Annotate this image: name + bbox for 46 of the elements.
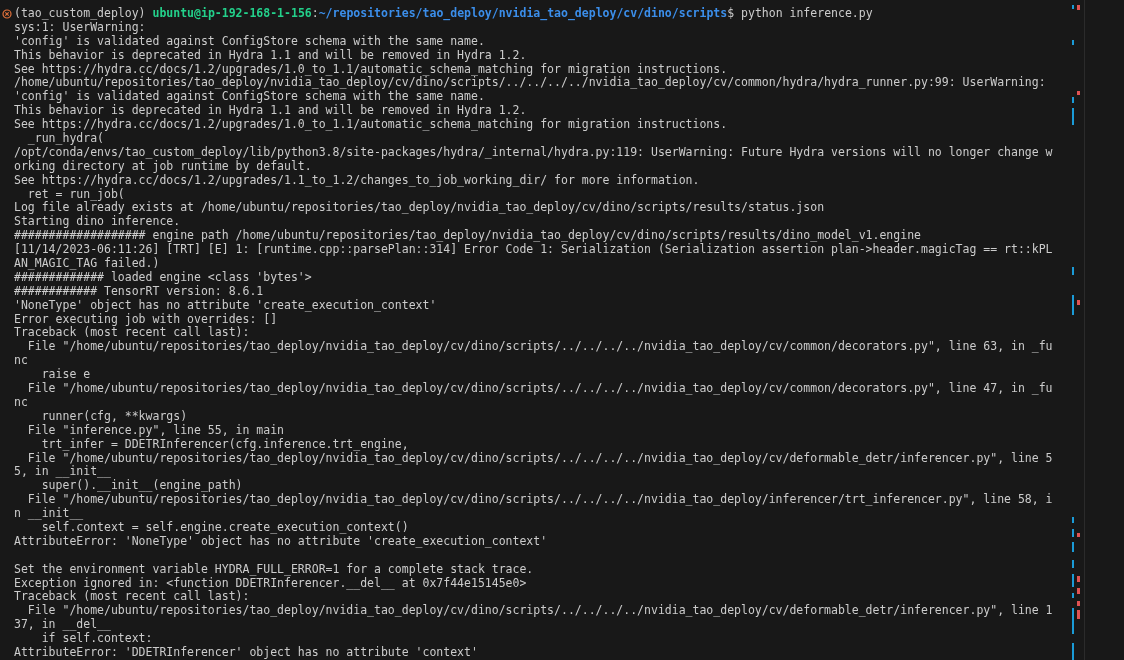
output-line: AttributeError: 'DDETRInferencer' object has no attribute 'context' [14,645,478,660]
output-line: Error executing job with overrides: [] [14,312,278,327]
output-line: ############# loaded engine <class 'bytes'> [14,270,312,285]
output-line: File "/home/ubuntu/repositories/tao_deploy/nvidia_tao_deploy/cv/dino/scripts/../../../../nvidia_tao_deploy/cv/common/decorators.py", line 63, in _fu [26,340,1053,355]
output-line: super().__init__(engine_path) [41,479,243,494]
output-line: This behavior is deprecated in Hydra 1.1 and will be removed in Hydra 1.2. [14,104,527,118]
output-line: _run_hydra( [26,132,104,146]
output-line: AN_MAGIC_TAG failed.) [14,257,160,271]
output-line: nc [14,354,28,369]
output-line: ################### engine path /home/ubuntu/repositories/tao_deploy/nvidia_tao_deploy/cv/dino/scripts/results/dino_model_v1.engine [14,229,921,243]
output-line: n __init__ [14,507,84,521]
output-line: File "/home/ubuntu/repositories/tao_deploy/nvidia_tao_deploy/cv/dino/scripts/../../../../nvidia_tao_deploy/cv/deformable_detr/inferencer.py", line 1 [26,604,1053,619]
output-line: File "/home/ubuntu/repositories/tao_deploy/nvidia_tao_deploy/cv/dino/scripts/../../../../nvidia_tao_deploy/inferencer/trt_inferencer.py", line 58, i [26,493,1053,507]
output-line: /opt/conda/envs/tao_custom_deploy/lib/python3.8/site-packages/hydra/_internal/hydra.py:119: UserWarning: Future Hydra versions will no longer change w [14,145,1053,160]
output-line: Set the environment variable HYDRA_FULL_ERROR=1 for a complete stack trace. [14,562,534,577]
output-line: Exception ignored in: <function DDETRInferencer.__del__ at 0x7f44e15145e0> [14,576,527,591]
output-line: nc [14,395,28,410]
output-line: AttributeError: 'NoneType' object has no attribute 'create_execution_context' [14,534,548,549]
output-line: 5, in __init__ [14,465,111,480]
output-line: ############ TensorRT version: 8.6.1 [14,284,264,299]
output-line: 37, in __del__ [14,618,111,632]
output-line: 'NoneType' object has no attribute 'create_execution_context' [14,298,437,313]
output-line: Starting dino inference. [14,215,181,229]
output-line: File "/home/ubuntu/repositories/tao_deploy/nvidia_tao_deploy/cv/dino/scripts/../../../../nvidia_tao_deploy/cv/common/decorators.py", line 47, in _fu [26,382,1053,396]
output-line: ret = run_job( [26,187,125,202]
output-line: runner(cfg, **kwargs) [40,409,188,424]
output-line: 'config' is validated against ConfigStore schema with the same name. [14,34,485,49]
output-line: Traceback (most recent call last): [14,590,250,604]
output-line: Log file already exists at /home/ubuntu/repositories/tao_deploy/nvidia_tao_deploy/cv/dino/scripts/results/status.json [14,201,825,215]
output-line: self.context = self.engine.create_execution_context() [41,520,409,535]
output-line: sys:1: UserWarning: [14,20,146,35]
output-line: File "inference.py", line 55, in main [26,423,285,438]
output-line: See https://hydra.cc/docs/1.2/upgrades/1.0_to_1.1/automatic_schema_matching for migration instructions. [14,118,728,132]
prompt-line: (tao_custom_deploy) ubuntu@ip-192-168-1-156:~/repositories/tao_deploy/nvidia_tao_deploy/cv/dino/scripts$ python inference.py [14,7,873,21]
output-line: [11/14/2023-06:11:26] [TRT] [E] 1: [runtime.cpp::parsePlan::314] Error Code 1: Serialization (Serialization assertion plan->header.magicTag == rt::kPL [14,243,1053,257]
output-line: trt_infer = DDETRInferencer(cfg.inference.trt_engine, [40,437,409,452]
output-line: orking directory at job runtime by default. [14,159,312,174]
output-line: See https://hydra.cc/docs/1.2/upgrades/1.0_to_1.1/automatic_schema_matching for migration instructions. [14,62,728,77]
output-line: File "/home/ubuntu/repositories/tao_deploy/nvidia_tao_deploy/cv/dino/scripts/../../../../nvidia_tao_deploy/cv/deformable_detr/inferencer.py", line 5 [26,451,1053,466]
output-line: This behavior is deprecated in Hydra 1.1 and will be removed in Hydra 1.2. [14,48,527,63]
output-line: /home/ubuntu/repositories/tao_deploy/nvidia_tao_deploy/cv/dino/scripts/../../../../nvidia_tao_deploy/cv/common/hydra/hydra_runner.py:99: UserWarning: [14,76,1046,91]
output-line: See https://hydra.cc/docs/1.2/upgrades/1.1_to_1.2/changes_to_job_working_dir/ for more information. [14,173,700,188]
output-line: if self.context: [40,632,153,646]
output-line: 'config' is validated against ConfigStore schema with the same name. [14,90,485,104]
output-line: Traceback (most recent call last): [14,326,250,340]
output-line: raise e [40,368,91,382]
